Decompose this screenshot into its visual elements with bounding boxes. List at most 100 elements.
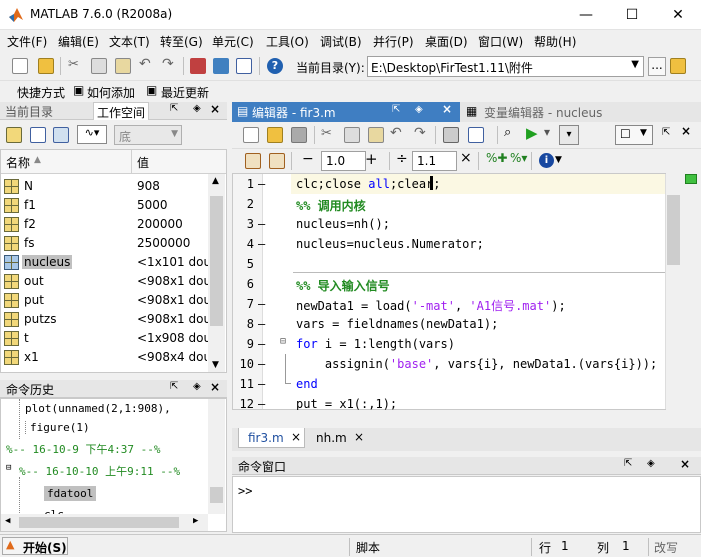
insert-cell-icon[interactable] — [245, 153, 261, 169]
list-item[interactable]: figure(1) — [25, 421, 90, 434]
table-row[interactable]: f1 5000 — [4, 196, 207, 215]
breakpoint-marker[interactable]: — — [258, 237, 265, 251]
copy-icon[interactable] — [91, 58, 107, 74]
find-files-icon[interactable] — [468, 127, 484, 143]
profiler-icon[interactable] — [236, 58, 252, 74]
layout-dropdown[interactable]: ☐ ▼ — [615, 125, 653, 145]
table-row[interactable]: nucleus <1x101 dou — [4, 253, 209, 272]
list-item[interactable]: %-- 16-10-10 上午9:11 --% — [19, 463, 180, 479]
minus-button[interactable]: − — [302, 151, 314, 167]
editor-title-tab[interactable]: ▤ 编辑器 - fir3.m ⇱ ◈ × — [232, 102, 460, 122]
close-panel-icon[interactable]: × — [210, 102, 220, 116]
debug-dropdown-icon[interactable]: ▾ — [559, 125, 579, 145]
tab-workspace[interactable]: 工作空间 — [93, 102, 149, 120]
history-hscrollbar[interactable]: ◀ ▶ — [1, 514, 208, 531]
cut-icon[interactable]: ✂ — [321, 126, 332, 141]
start-button[interactable]: ▲ 开始(S) — [2, 537, 68, 555]
zoom-input-1[interactable]: 1.0 — [321, 151, 366, 171]
tab-fir3[interactable]: fir3.m × — [238, 428, 305, 448]
history-scrollbar[interactable] — [208, 399, 225, 514]
simulink-icon[interactable] — [190, 58, 206, 74]
new-file-icon[interactable] — [12, 58, 28, 74]
cell-percent-icon[interactable]: %✚ — [486, 151, 507, 165]
new-variable-icon[interactable] — [6, 127, 22, 143]
zoom-input-2[interactable]: 1.1 — [412, 151, 457, 171]
table-row[interactable]: out <908x1 dou — [4, 272, 209, 291]
editor-scrollbar[interactable] — [666, 173, 681, 410]
pin-icon[interactable]: ◈ — [193, 103, 201, 114]
undo-icon[interactable]: ↶ — [139, 56, 151, 72]
table-row[interactable]: N 908 — [4, 177, 207, 196]
maximize-button[interactable]: ☐ — [609, 0, 655, 30]
table-row[interactable]: putzs <908x1 dou — [4, 310, 209, 329]
info-icon[interactable]: i — [539, 153, 554, 168]
cell-percent-menu-icon[interactable]: %▾ — [510, 151, 527, 165]
divide-button[interactable]: ÷ — [396, 151, 408, 167]
menu-edit[interactable]: 编辑(E) — [58, 33, 99, 50]
chevron-down-icon[interactable]: ▼ — [631, 59, 639, 70]
save-icon[interactable] — [291, 127, 307, 143]
menu-tools[interactable]: 工具(O) — [266, 33, 309, 50]
collapse-icon[interactable]: ⊟ — [6, 463, 11, 473]
paste-icon[interactable] — [368, 127, 384, 143]
close-icon[interactable]: × — [681, 124, 691, 138]
run-icon[interactable]: ▶ — [526, 124, 538, 142]
redo-icon[interactable]: ↷ — [414, 125, 426, 141]
scroll-thumb[interactable] — [667, 195, 680, 265]
tab-nh[interactable]: nh.m × — [309, 428, 367, 448]
open-variable-icon[interactable] — [30, 127, 46, 143]
find-binoculars-icon[interactable]: ⌕ — [504, 125, 511, 140]
menu-parallel[interactable]: 并行(P) — [373, 33, 414, 50]
breakpoint-marker[interactable]: — — [258, 357, 265, 371]
breakpoint-marker[interactable]: — — [258, 297, 265, 311]
evaluate-cell-icon[interactable] — [269, 153, 285, 169]
import-data-icon[interactable] — [53, 127, 69, 143]
plot-icon[interactable]: ∿▾ — [77, 125, 107, 144]
pin-icon[interactable]: ◈ — [193, 381, 201, 392]
scroll-right-icon[interactable]: ▶ — [193, 516, 198, 526]
undock-icon[interactable]: ⇱ — [170, 103, 178, 114]
scroll-thumb[interactable] — [210, 487, 223, 503]
close-panel-icon[interactable]: × — [210, 380, 220, 394]
run-dropdown-icon[interactable]: ▾ — [544, 125, 550, 139]
list-item-selected[interactable]: fdatool — [44, 486, 97, 501]
breakpoint-marker[interactable]: — — [258, 317, 265, 331]
menu-help[interactable]: 帮助(H) — [534, 33, 576, 50]
menu-window[interactable]: 窗口(W) — [478, 33, 523, 50]
table-row[interactable]: f2 200000 — [4, 215, 207, 234]
undock-icon[interactable]: ⇱ — [662, 127, 670, 138]
chevron-down-icon[interactable]: ▼ — [171, 129, 178, 139]
scroll-up-icon[interactable]: ▲ — [212, 176, 219, 186]
table-row[interactable]: put <908x1 dou — [4, 291, 209, 310]
plus-button[interactable]: + — [365, 150, 378, 168]
close-tab-icon[interactable]: × — [354, 430, 364, 444]
print-icon[interactable] — [443, 127, 459, 143]
fold-icon[interactable]: ⊟ — [280, 336, 286, 347]
scroll-thumb[interactable] — [19, 517, 179, 528]
undock-icon[interactable]: ⇱ — [392, 104, 400, 115]
list-item[interactable]: plot(unnamed(2,1:908), — [25, 402, 171, 415]
stack-select[interactable]: 底 ▼ — [114, 125, 182, 145]
scroll-down-icon[interactable]: ▼ — [212, 360, 219, 370]
tab-variable-editor[interactable]: 变量编辑器 - nucleus — [484, 104, 602, 121]
how-to-add-link[interactable]: 如何添加 — [87, 84, 135, 101]
scroll-left-icon[interactable]: ◀ — [5, 516, 10, 526]
browse-button[interactable]: ... — [648, 57, 666, 76]
breakpoint-marker[interactable]: — — [258, 377, 265, 391]
breakpoint-marker[interactable]: — — [258, 217, 265, 231]
undo-icon[interactable]: ↶ — [390, 125, 402, 141]
menu-debug[interactable]: 调试(B) — [320, 33, 362, 50]
pin-icon[interactable]: ◈ — [415, 104, 423, 115]
scroll-thumb[interactable] — [210, 196, 223, 326]
menu-cell[interactable]: 单元(C) — [212, 33, 254, 50]
open-folder-icon[interactable] — [38, 58, 54, 74]
minimize-button[interactable]: — — [563, 0, 609, 30]
command-window[interactable]: >> — [232, 476, 701, 533]
list-item[interactable]: %-- 16-10-9 下午4:37 --% — [6, 441, 160, 457]
close-tab-icon[interactable]: × — [291, 430, 301, 444]
menu-desktop[interactable]: 桌面(D) — [425, 33, 468, 50]
table-row[interactable]: x1 <908x4 dou — [4, 348, 207, 372]
whats-new-link[interactable]: 最近更新 — [161, 84, 209, 101]
breakpoint-marker[interactable]: — — [258, 337, 265, 351]
undock-icon[interactable]: ⇱ — [170, 381, 178, 392]
